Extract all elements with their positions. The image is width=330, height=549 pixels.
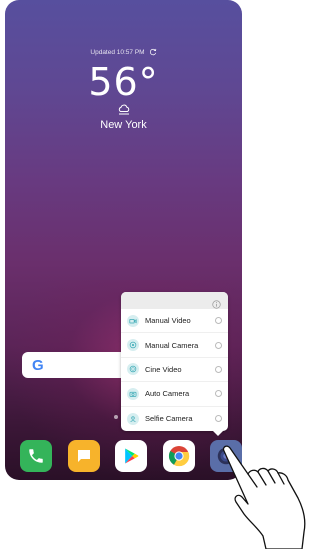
messages-app-icon[interactable] [67,440,100,472]
camera-icon [127,387,139,400]
city-name: New York [100,119,147,131]
shortcut-label: Auto Camera [145,389,190,399]
page-indicator [114,415,118,419]
aperture-icon [127,339,139,352]
temperature-value: 56° [88,60,159,104]
shortcut-selfie-camera[interactable]: Selfie Camera [121,407,228,431]
google-search-bar[interactable]: G [22,352,132,378]
pin-toggle[interactable] [215,390,222,398]
menu-pointer [212,430,224,436]
shortcut-manual-camera[interactable]: Manual Camera [121,333,228,358]
chrome-app-icon[interactable] [162,440,195,472]
shortcut-label: Selfie Camera [145,414,193,424]
shortcut-manual-video[interactable]: Manual Video [121,309,228,334]
shortcut-cine-video[interactable]: Cine Video [121,358,228,383]
google-logo-icon: G [32,356,44,374]
selfie-icon [127,412,139,425]
shortcut-label: Cine Video [145,364,182,374]
shortcut-label: Manual Video [145,316,191,326]
pointing-hand-illustration [222,445,306,549]
shortcuts-menu-header [121,292,228,309]
phone-app-icon[interactable] [20,440,52,472]
shortcut-auto-camera[interactable]: Auto Camera [121,382,228,407]
video-icon [127,314,139,327]
pin-toggle[interactable] [215,415,222,423]
camera-shortcuts-menu: Manual Video Manual Camera Cine Video Au… [121,292,228,431]
weather-updated-label: Updated 10:57 PM [90,48,145,56]
play-store-app-icon[interactable] [115,440,147,472]
cloud-icon [5,104,242,116]
film-icon [127,363,139,376]
shortcut-label: Manual Camera [145,340,199,350]
pin-toggle[interactable] [215,341,222,349]
weather-widget[interactable]: Updated 10:57 PM 56° New York [5,48,242,132]
pin-toggle[interactable] [215,365,222,373]
weather-updated-row: Updated 10:57 PM [5,48,242,56]
pin-toggle[interactable] [215,317,222,325]
refresh-icon[interactable] [149,48,157,56]
